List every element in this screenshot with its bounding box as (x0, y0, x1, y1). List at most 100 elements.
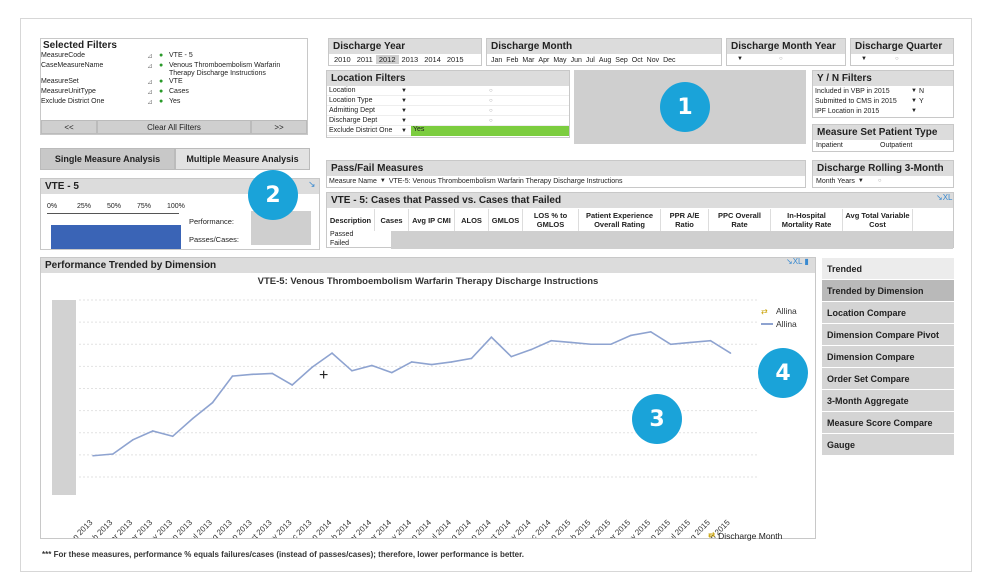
location-filter-row[interactable]: Discharge Dept ▼ ○ (327, 116, 569, 126)
dropdown-icon[interactable]: ▼ (401, 98, 411, 104)
outpatient-option[interactable]: Outpatient (880, 142, 912, 149)
filter-lock-icon[interactable]: ⊿ (147, 88, 159, 96)
next-button[interactable]: >> (251, 120, 307, 134)
clear-all-filters-button[interactable]: Clear All Filters (97, 120, 251, 134)
month-option[interactable]: Apr (536, 57, 551, 64)
selected-filter-row: CaseMeasureName ⊿ ● Venous Thromboembolism … (41, 62, 307, 78)
data-point (371, 364, 373, 367)
location-filter-value[interactable]: Yes (411, 125, 569, 136)
dropdown-icon[interactable]: ▼ (401, 118, 411, 124)
dropdown-icon[interactable]: ▼ (858, 178, 864, 184)
side-tab[interactable]: 3-Month Aggregate (822, 390, 954, 412)
month-option[interactable]: Jun (569, 57, 584, 64)
dropdown-icon[interactable]: ▼ (401, 108, 411, 114)
month-option[interactable]: Aug (597, 57, 613, 64)
data-point (331, 352, 333, 354)
selected-filter-row: MeasureSet ⊿ ● VTE (41, 78, 307, 88)
dropdown-icon[interactable]: ▼ (380, 178, 386, 184)
table-column-header[interactable]: Avg Total Variable Cost (843, 209, 913, 231)
table-column-header[interactable]: Patient Experience Overall Rating (579, 209, 661, 231)
year-option[interactable]: 2012 (375, 55, 399, 64)
yn-filter-row[interactable]: Submitted to CMS in 2015 ▼ Y (813, 96, 953, 106)
passes-cases-label: Passes/Cases: (189, 235, 240, 244)
side-tab[interactable]: Trended (822, 258, 954, 280)
dropdown-icon[interactable]: ▼ (911, 88, 919, 94)
export-icon[interactable]: ↘ (308, 179, 316, 190)
excel-export-icon[interactable]: ↘XL (936, 193, 953, 202)
month-option[interactable]: Feb (504, 57, 520, 64)
table-column-header[interactable]: Avg IP CMI (409, 209, 455, 231)
table-column-header[interactable]: ALOS (455, 209, 489, 231)
callout-badge-4: 4 (758, 348, 808, 398)
prev-button[interactable]: << (41, 120, 97, 134)
year-option[interactable]: 2011 (354, 55, 376, 64)
month-option[interactable]: Jul (584, 57, 597, 64)
table-column-header[interactable]: Description (327, 209, 375, 231)
filter-dot-icon: ● (159, 88, 164, 95)
dropdown-icon[interactable]: ▼ (911, 98, 919, 104)
table-column-header[interactable]: PPC Overall Rate (709, 209, 771, 231)
month-option[interactable]: Oct (630, 57, 645, 64)
yn-filter-row[interactable]: Included in VBP in 2015 ▼ N (813, 86, 953, 96)
month-option[interactable]: May (551, 57, 568, 64)
filter-value: Yes (169, 98, 181, 105)
year-option[interactable]: 2013 (399, 55, 422, 64)
month-option[interactable]: Mar (520, 57, 536, 64)
performance-bar (51, 225, 181, 249)
dropdown-icon[interactable]: ▼ (861, 56, 867, 62)
discharge-quarter-title: Discharge Quarter (851, 39, 953, 54)
side-tab[interactable]: Trended by Dimension (822, 280, 954, 302)
dropdown-icon[interactable]: ▼ (911, 108, 919, 114)
data-point (211, 401, 214, 404)
table-column-header[interactable]: GMLOS (489, 209, 523, 231)
side-tab[interactable]: Gauge (822, 434, 954, 456)
table-column-header[interactable]: PPR A/E Ratio (661, 209, 709, 231)
location-filter-row[interactable]: Admitting Dept ▼ ○ (327, 106, 569, 116)
filter-lock-icon[interactable]: ⊿ (147, 52, 159, 60)
data-point (590, 343, 592, 346)
month-option[interactable]: Jan (489, 57, 504, 64)
trend-export-icon[interactable]: ↘XL ▮ (786, 257, 809, 266)
filter-key: MeasureSet (41, 78, 79, 85)
series-line-allina (92, 331, 731, 457)
selected-filter-row: MeasureCode ⊿ ● VTE - 5 (41, 52, 307, 62)
measure-name-value[interactable]: VTE-5: Venous Thromboembolism Warfarin T… (389, 178, 623, 185)
inpatient-option[interactable]: Inpatient (816, 142, 880, 149)
empty-indicator-icon: ○ (489, 117, 493, 124)
side-tab[interactable]: Dimension Compare (822, 346, 954, 368)
filter-lock-icon[interactable]: ⊿ (147, 78, 159, 86)
legend-cycle-icon[interactable]: ⇄ (761, 307, 768, 316)
data-point (689, 341, 692, 344)
tab-single-measure-analysis[interactable]: Single Measure Analysis (40, 148, 175, 170)
data-point (92, 454, 94, 457)
table-column-header[interactable]: In-Hospital Mortality Rate (771, 209, 843, 231)
year-option[interactable]: 2010 (331, 55, 354, 64)
dropdown-icon[interactable]: ▼ (401, 128, 411, 134)
dropdown-icon[interactable]: ▼ (737, 56, 743, 62)
year-option[interactable]: 2015 (444, 55, 467, 64)
location-filter-row[interactable]: Location Type ▼ ○ (327, 96, 569, 106)
side-tab[interactable]: Location Compare (822, 302, 954, 324)
side-tab[interactable]: Order Set Compare (822, 368, 954, 390)
table-column-header[interactable]: Cases (375, 209, 409, 231)
table-column-header[interactable]: LOS % to GMLOS (523, 209, 579, 231)
yn-filters-title: Y / N Filters (813, 71, 953, 86)
side-tab-list: Trended Trended by Dimension Location Comp… (822, 258, 954, 456)
filter-lock-icon[interactable]: ⊿ (147, 62, 159, 70)
dropdown-icon[interactable]: ▼ (401, 88, 411, 94)
data-point (530, 348, 533, 351)
location-filter-row[interactable]: Exclude District One ▼ Yes (327, 125, 569, 136)
performance-axis: 0% 25% 50% 75% 100% (47, 203, 207, 213)
year-option[interactable]: 2014 (421, 55, 444, 64)
month-option[interactable]: Nov (645, 57, 661, 64)
data-point (550, 339, 552, 342)
side-tab[interactable]: Measure Score Compare (822, 412, 954, 434)
month-option[interactable]: Dec (661, 57, 677, 64)
yn-filter-row[interactable]: IPF Location in 2015 ▼ (813, 106, 953, 116)
filter-lock-icon[interactable]: ⊿ (147, 98, 159, 106)
month-option[interactable]: Sep (613, 57, 629, 64)
discharge-month-axis-button[interactable]: ⇄ Discharge Month (708, 530, 782, 541)
side-tab[interactable]: Dimension Compare Pivot (822, 324, 954, 346)
location-filter-row[interactable]: Location ▼ ○ (327, 86, 569, 96)
tab-multiple-measure-analysis[interactable]: Multiple Measure Analysis (175, 148, 310, 170)
